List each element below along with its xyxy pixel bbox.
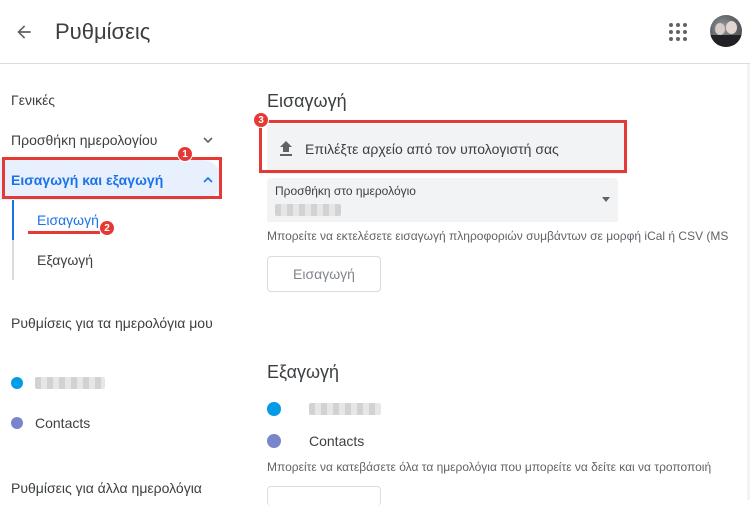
redacted-calendar-name (309, 403, 381, 415)
chevron-up-icon (203, 176, 213, 183)
sidebar-subitem-label: Εισαγωγή (37, 212, 99, 228)
export-help-text: Μπορείτε να κατεβάσετε όλα τα ημερολόγια… (267, 460, 712, 474)
export-calendar-item-contacts: Contacts (267, 429, 364, 453)
import-section-title: Εισαγωγή (267, 91, 347, 111)
add-to-calendar-select[interactable]: Προσθήκη στο ημερολόγιο (267, 178, 618, 222)
chevron-down-icon (203, 137, 213, 144)
settings-sidebar: Γενικές Προσθήκη ημερολογίου Εισαγωγή κα… (0, 64, 230, 500)
sidebar-item-general[interactable]: Γενικές (0, 80, 222, 120)
sidebar-subitem-label: Εξαγωγή (37, 252, 94, 268)
upload-icon (280, 141, 292, 156)
sidebar-item-import-export[interactable]: Εισαγωγή και εξαγωγή (0, 160, 222, 200)
import-button[interactable]: Εισαγωγή (267, 256, 381, 292)
annotation-badge-1: 1 (177, 146, 193, 162)
other-calendars-heading: Ρυθμίσεις για άλλα ημερολόγια (11, 480, 202, 496)
calendar-color-dot (267, 402, 281, 416)
sidebar-subitem-export[interactable]: Εξαγωγή (12, 240, 212, 280)
sidebar-item-label: Εισαγωγή και εξαγωγή (11, 172, 164, 188)
sidebar-item-label: Γενικές (11, 92, 56, 108)
sidebar-calendar-item-contacts[interactable]: Contacts (11, 411, 90, 435)
sidebar-item-label: Προσθήκη ημερολογίου (11, 132, 158, 148)
calendar-name: Contacts (309, 433, 365, 449)
arrow-back-icon (17, 25, 31, 39)
annotation-badge-2: 2 (99, 220, 115, 236)
export-calendar-item (267, 397, 381, 421)
avatar[interactable] (710, 15, 742, 47)
apps-grid-icon[interactable] (664, 18, 692, 46)
select-file-button[interactable]: Επιλέξτε αρχείο από τον υπολογιστή σας (267, 124, 627, 174)
export-button[interactable] (267, 486, 381, 506)
import-button-label: Εισαγωγή (293, 266, 355, 282)
export-section-title: Εξαγωγή (267, 362, 340, 382)
calendar-color-dot (267, 434, 281, 448)
calendar-color-dot (11, 377, 23, 389)
redacted-calendar-name (35, 377, 105, 389)
top-app-bar: Ρυθμίσεις (0, 0, 750, 64)
redacted-selected-calendar (275, 204, 341, 216)
select-file-label: Επιλέξτε αρχείο από τον υπολογιστή σας (305, 141, 559, 157)
back-button[interactable] (8, 12, 40, 52)
calendar-name: Contacts (35, 415, 91, 431)
sidebar-calendar-item[interactable] (11, 371, 105, 395)
calendar-color-dot (11, 417, 23, 429)
my-calendars-heading: Ρυθμίσεις για τα ημερολόγια μου (11, 315, 213, 331)
page-title: Ρυθμίσεις (55, 19, 151, 44)
annotation-underline-2 (28, 231, 100, 234)
dropdown-caret-icon (602, 197, 610, 202)
main-content: Εισαγωγή Επιλέξτε αρχείο από τον υπολογι… (230, 64, 750, 506)
annotation-badge-3: 3 (253, 112, 269, 128)
import-help-text: Μπορείτε να εκτελέσετε εισαγωγή πληροφορ… (267, 229, 729, 243)
select-label: Προσθήκη στο ημερολόγιο (275, 184, 416, 198)
